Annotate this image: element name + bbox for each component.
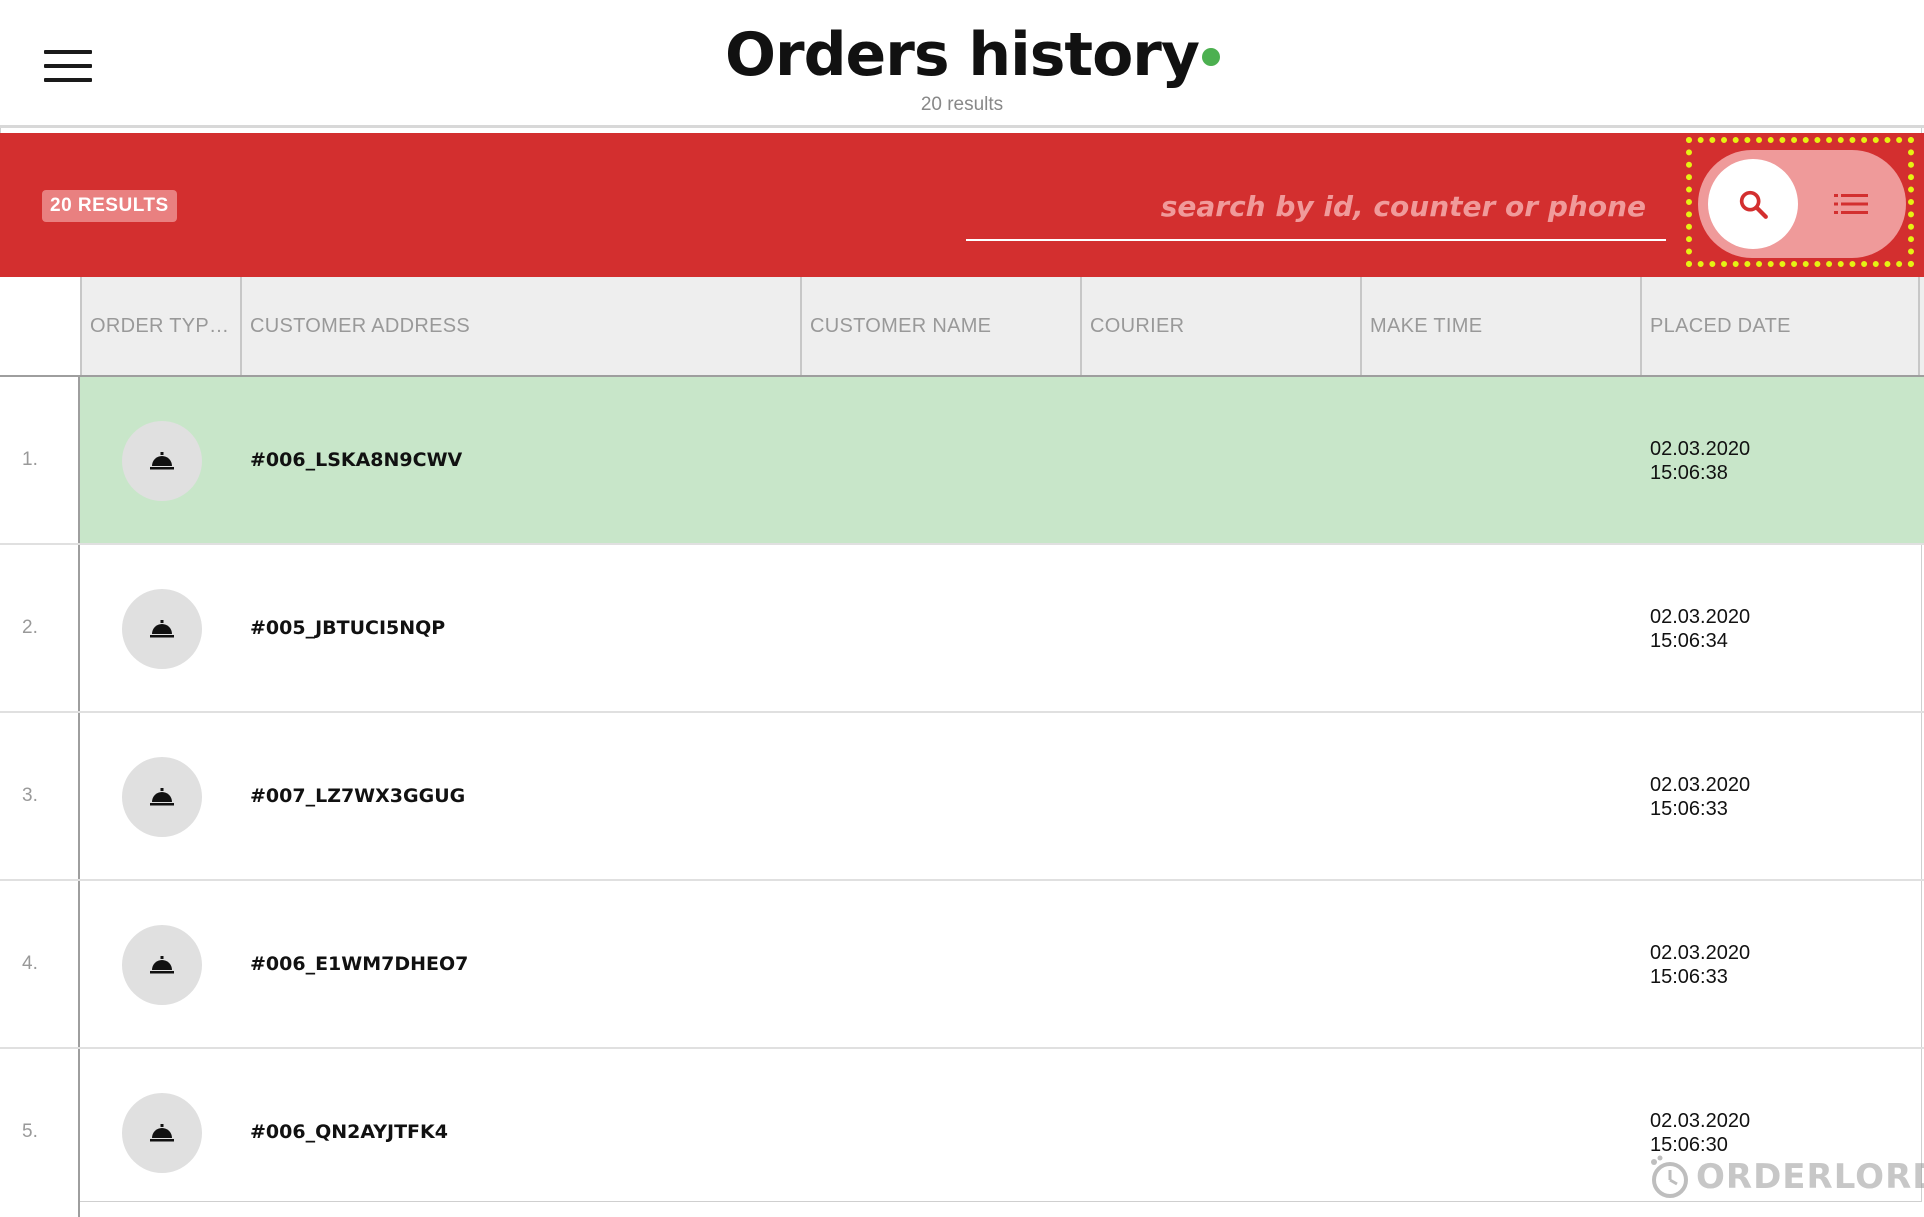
order-id: #006_LSKA8N9CWV <box>250 449 463 471</box>
order-type-badge <box>122 421 202 501</box>
row-number: 4. <box>0 881 80 1047</box>
row-number: 1. <box>0 377 80 543</box>
placed-date-time: 15:06:38 <box>1650 462 1728 484</box>
placed-date: 02.03.2020 15:06:34 <box>1650 605 1750 653</box>
table-row[interactable]: 1. #006_LSKA8N9CWV 02.03.2020 15:06:38 <box>0 377 1924 545</box>
cloche-icon <box>150 452 174 470</box>
placed-date-time: 15:06:34 <box>1650 630 1728 652</box>
table-row[interactable]: 4. #006_E1WM7DHEO7 02.03.2020 15:06:33 <box>0 881 1924 1049</box>
page-title: Orders history <box>724 20 1200 90</box>
order-id: #006_E1WM7DHEO7 <box>250 953 469 975</box>
order-id: #007_LZ7WX3GGUG <box>250 785 466 807</box>
filter-toolbar: 20 RESULTS <box>0 133 1924 277</box>
page-header: Orders history 20 results <box>0 0 1924 128</box>
column-header-make-time[interactable]: MAKE TIME <box>1360 277 1640 375</box>
column-header-placed-date[interactable]: PLACED DATE <box>1640 277 1920 375</box>
row-number: 5. <box>0 1049 80 1217</box>
search-icon <box>1739 190 1768 219</box>
clock-logo-icon <box>1651 1155 1688 1198</box>
table-row[interactable]: 2. #005_JBTUCI5NQP 02.03.2020 15:06:34 <box>0 545 1924 713</box>
results-badge: 20 RESULTS <box>42 190 177 222</box>
online-status-indicator <box>1202 48 1220 66</box>
cloche-icon <box>150 956 174 974</box>
cloche-icon <box>150 788 174 806</box>
order-type-badge <box>122 1093 202 1173</box>
order-type-badge <box>122 925 202 1005</box>
placed-date-time: 15:06:33 <box>1650 798 1728 820</box>
placed-date-day: 02.03.2020 <box>1650 606 1751 628</box>
column-header-customer-name[interactable]: CUSTOMER NAME <box>800 277 1080 375</box>
view-mode-toggle[interactable] <box>1698 150 1906 258</box>
placed-date: 02.03.2020 15:06:38 <box>1650 437 1750 485</box>
placed-date-day: 02.03.2020 <box>1650 438 1751 460</box>
table-row[interactable]: 5. #006_QN2AYJTFK4 02.03.2020 15:06:30 <box>0 1049 1924 1217</box>
table-header: ORDER TYPE... CUSTOMER ADDRESS CUSTOMER … <box>0 277 1924 377</box>
table-row[interactable]: 3. #007_LZ7WX3GGUG 02.03.2020 15:06:33 <box>0 713 1924 881</box>
search-mode-button[interactable] <box>1708 159 1798 249</box>
results-count-subtitle: 20 results <box>920 94 1004 115</box>
placed-date-time: 15:06:33 <box>1650 966 1728 988</box>
row-number: 2. <box>0 545 80 711</box>
list-icon <box>1834 194 1868 214</box>
placed-date: 02.03.2020 15:06:33 <box>1650 773 1750 821</box>
order-type-badge <box>122 757 202 837</box>
placed-date-day: 02.03.2020 <box>1650 942 1751 964</box>
placed-date: 02.03.2020 15:06:30 <box>1650 1109 1750 1157</box>
cloche-icon <box>150 1124 174 1142</box>
watermark-text: ORDERLORD <box>1696 1157 1924 1197</box>
placed-date-day: 02.03.2020 <box>1650 774 1751 796</box>
column-header-customer-address[interactable]: CUSTOMER ADDRESS <box>240 277 800 375</box>
placed-date: 02.03.2020 15:06:33 <box>1650 941 1750 989</box>
list-mode-button[interactable] <box>1826 184 1876 224</box>
order-id: #005_JBTUCI5NQP <box>250 617 446 639</box>
order-id: #006_QN2AYJTFK4 <box>250 1121 448 1143</box>
placed-date-day: 02.03.2020 <box>1650 1110 1751 1132</box>
cloche-icon <box>150 620 174 638</box>
order-type-badge <box>122 589 202 669</box>
row-number-header <box>0 277 80 375</box>
orderlord-watermark: ORDERLORD <box>1646 1154 1924 1200</box>
row-number: 3. <box>0 713 80 879</box>
search-input[interactable] <box>966 173 1666 239</box>
search-field <box>966 173 1666 241</box>
column-header-order-type[interactable]: ORDER TYPE... <box>80 277 240 375</box>
column-header-courier[interactable]: COURIER <box>1080 277 1360 375</box>
